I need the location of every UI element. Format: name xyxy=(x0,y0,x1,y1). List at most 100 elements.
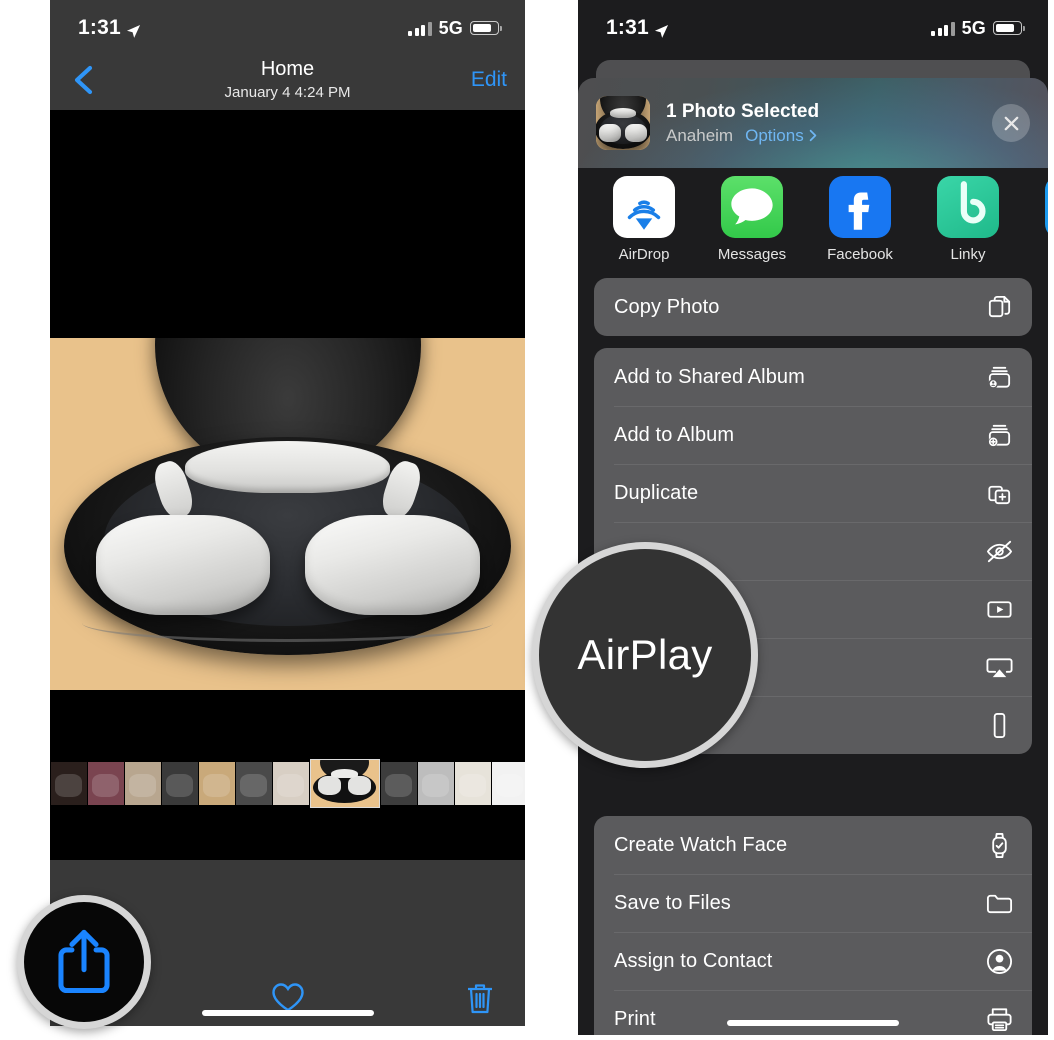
status-bar-time-group: 1:31 xyxy=(606,16,669,40)
location-arrow-icon xyxy=(126,21,141,38)
photo-nav-bar: Home January 4 4:24 PM Edit xyxy=(50,56,525,108)
right-phone-screen: 1:31 5G 1 Photo Selected Anaheim Options… xyxy=(578,0,1048,1035)
options-label: Options xyxy=(745,125,804,145)
status-bar-indicators: 5G xyxy=(408,17,502,39)
add-album-icon xyxy=(984,420,1014,450)
status-time: 1:31 xyxy=(78,16,121,39)
contact-icon xyxy=(984,946,1014,976)
airdrop-icon xyxy=(613,176,675,238)
share-app-row[interactable]: AirDrop Messages Facebook Linky xyxy=(578,176,1048,270)
options-button[interactable]: Options xyxy=(745,126,817,146)
share-app-label: Messages xyxy=(717,246,787,263)
network-type-label: 5G xyxy=(961,17,986,38)
share-app-label: Facebook xyxy=(827,246,893,263)
share-action-row[interactable]: Duplicate xyxy=(594,464,1032,522)
share-action-label: Print xyxy=(614,1007,656,1030)
status-bar-left: 1:31 5G xyxy=(50,0,525,56)
location-arrow-icon xyxy=(654,21,669,38)
share-app-linky[interactable]: Linky xyxy=(914,176,1022,263)
share-action-label: Duplicate xyxy=(614,481,699,504)
photo-timestamp: January 4 4:24 PM xyxy=(224,84,351,101)
photo-title-block: Home January 4 4:24 PM xyxy=(50,58,525,101)
facebook-icon xyxy=(829,176,891,238)
trash-icon xyxy=(468,984,492,1014)
watch-icon xyxy=(984,830,1014,860)
thumbnail[interactable] xyxy=(124,761,161,805)
share-action-label: Save to Files xyxy=(614,891,731,914)
status-bar-time-group: 1:31 xyxy=(78,16,141,40)
share-app-facebook[interactable]: Facebook xyxy=(806,176,914,263)
network-type-label: 5G xyxy=(438,17,463,38)
share-app-label: Linky xyxy=(950,246,986,263)
close-button[interactable] xyxy=(992,104,1030,142)
thumbnail[interactable] xyxy=(50,761,87,805)
thumbnail[interactable] xyxy=(272,761,309,805)
share-subtitle-row: Anaheim Options xyxy=(666,126,992,146)
linky-icon xyxy=(937,176,999,238)
photo-location: Anaheim xyxy=(666,125,734,145)
share-action-row[interactable]: Assign to Contact xyxy=(594,932,1032,990)
battery-icon xyxy=(993,21,1025,35)
share-action-row[interactable]: Create Watch Face xyxy=(594,816,1032,874)
shared-album-icon xyxy=(984,362,1014,392)
thumbnail[interactable] xyxy=(491,761,525,805)
share-action-label: Assign to Contact xyxy=(614,949,773,972)
share-action-row[interactable]: Add to Album xyxy=(594,406,1032,464)
duplicate-icon xyxy=(984,478,1014,508)
airplay-callout-label: AirPlay xyxy=(577,631,713,678)
share-button-callout[interactable] xyxy=(17,895,151,1029)
share-app-airdrop[interactable]: AirDrop xyxy=(590,176,698,263)
share-app-more[interactable] xyxy=(1022,176,1048,246)
wallpaper-icon xyxy=(984,710,1014,740)
heart-icon xyxy=(271,983,304,1012)
more-group: Create Watch Face Save to Files Assign to … xyxy=(594,816,1032,1035)
share-header-text: 1 Photo Selected Anaheim Options xyxy=(666,101,992,146)
share-action-row[interactable]: Copy Photo xyxy=(594,278,1032,336)
hide-icon xyxy=(984,536,1014,566)
left-phone-screen: 1:31 5G Home January 4 4:24 PM Edit xyxy=(50,0,525,1026)
share-icon xyxy=(58,929,110,994)
chevron-right-icon xyxy=(809,129,816,142)
delete-button[interactable] xyxy=(465,981,495,1020)
main-photo xyxy=(50,338,525,690)
page-title: Home xyxy=(260,58,315,80)
thumbnail[interactable] xyxy=(417,761,454,805)
share-action-label: Create Watch Face xyxy=(614,833,788,856)
thumbnail[interactable] xyxy=(198,761,235,805)
share-action-row[interactable]: Save to Files xyxy=(594,874,1032,932)
share-sheet-header: 1 Photo Selected Anaheim Options xyxy=(578,78,1048,168)
thumbnail[interactable] xyxy=(161,761,198,805)
copy-icon xyxy=(984,292,1014,322)
cellular-signal-icon xyxy=(408,21,432,36)
photo-viewer[interactable] xyxy=(50,110,525,860)
thumbnail[interactable] xyxy=(235,761,272,805)
share-action-label: Add to Album xyxy=(614,423,735,446)
status-time: 1:31 xyxy=(606,16,649,39)
share-action-row[interactable]: Print xyxy=(594,990,1032,1035)
cellular-signal-icon xyxy=(931,21,955,36)
airplay-icon xyxy=(984,652,1014,682)
edit-button[interactable]: Edit xyxy=(471,68,507,92)
photo-thumbnail-strip[interactable] xyxy=(50,758,525,808)
battery-icon xyxy=(470,21,502,35)
messages-icon xyxy=(721,176,783,238)
copy-group: Copy Photo xyxy=(594,278,1032,336)
thumbnail[interactable] xyxy=(380,761,417,805)
share-action-label: Copy Photo xyxy=(614,295,720,318)
share-app-label: AirDrop xyxy=(618,246,670,263)
selected-photo-thumbnail xyxy=(596,96,650,150)
status-bar-right: 1:31 5G xyxy=(578,0,1048,56)
thumbnail[interactable] xyxy=(87,761,124,805)
printer-icon xyxy=(984,1004,1014,1034)
thumbnail-selected[interactable] xyxy=(309,758,380,808)
folder-icon xyxy=(984,888,1014,918)
twitter-icon xyxy=(1045,176,1048,238)
slideshow-icon xyxy=(984,594,1014,624)
share-app-messages[interactable]: Messages xyxy=(698,176,806,263)
share-action-row[interactable]: Add to Shared Album xyxy=(594,348,1032,406)
airplay-callout: AirPlay xyxy=(532,542,758,768)
home-indicator xyxy=(201,1010,374,1016)
close-icon xyxy=(1004,116,1018,130)
thumbnail[interactable] xyxy=(454,761,491,805)
home-indicator xyxy=(727,1020,899,1026)
